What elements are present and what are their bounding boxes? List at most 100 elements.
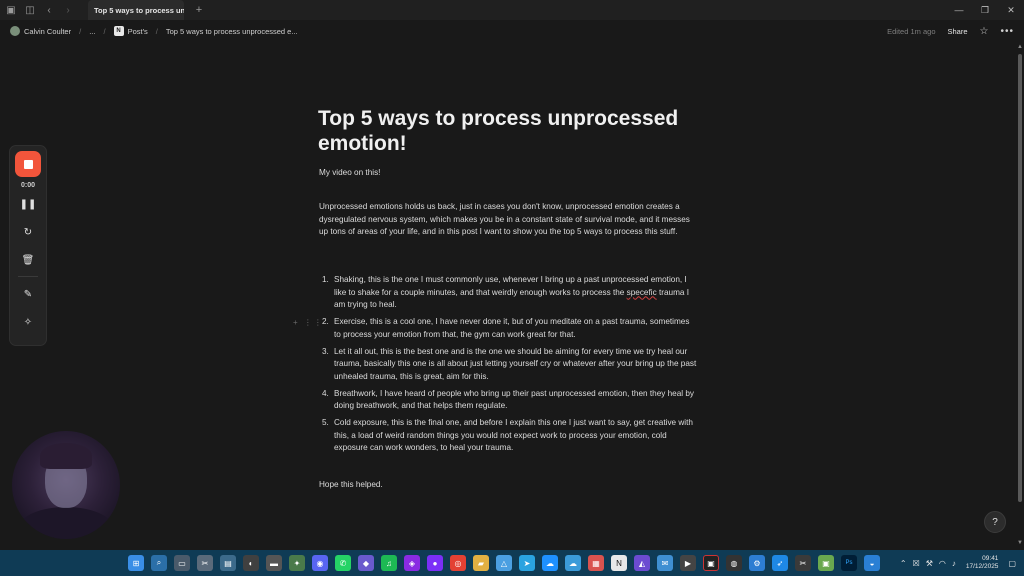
page-icon: N [113, 26, 124, 36]
edge-browser-icon[interactable]: ◒ [864, 555, 880, 571]
list-item-text: Shaking, this is the one I must commonly… [334, 274, 697, 312]
chat-app-icon[interactable]: ✦ [289, 555, 305, 571]
help-icon[interactable]: ? [984, 511, 1006, 533]
trash-icon[interactable]: 🗑 [19, 251, 37, 269]
tray-overflow-icon[interactable]: ⌃ [900, 559, 907, 568]
list-item-text: Let it all out, this is the best one and… [334, 346, 697, 381]
list-item[interactable]: 1. Shaking, this is the one I must commo… [319, 274, 697, 312]
list-number: 4. [322, 388, 329, 398]
video-app-icon[interactable]: ▣ [703, 555, 719, 571]
purple-app-icon[interactable]: ● [427, 555, 443, 571]
discord-icon[interactable]: ◉ [312, 555, 328, 571]
restart-icon[interactable]: ↻ [19, 223, 37, 241]
settings-gear-icon[interactable]: ⚙ [749, 555, 765, 571]
green-app-icon[interactable]: ▣ [818, 555, 834, 571]
recorder-divider [18, 276, 38, 277]
scroll-up-icon[interactable]: ▲ [1016, 44, 1024, 50]
page-title[interactable]: Top 5 ways to process unprocessed emotio… [318, 106, 698, 156]
new-tab-icon[interactable]: + [192, 4, 206, 16]
photoshop-icon[interactable]: Ps [841, 555, 857, 571]
block-handle-icon[interactable]: + ⋮⋮ [293, 317, 324, 330]
tab-active[interactable]: Top 5 ways to process unp... ✕ [88, 0, 184, 20]
breadcrumb-parent[interactable]: Post's [128, 27, 148, 36]
intro-paragraph[interactable]: Unprocessed emotions holds us back, just… [319, 201, 697, 239]
whatsapp-icon[interactable]: ✆ [335, 555, 351, 571]
notifications-icon[interactable]: ▢ [1008, 559, 1016, 568]
chrome-icon[interactable]: ◎ [450, 555, 466, 571]
close-window-icon[interactable]: ✕ [998, 0, 1024, 20]
recording-timer: 0:00 [20, 182, 35, 189]
cloud-sync-icon[interactable]: ☁ [565, 555, 581, 571]
video-line[interactable]: My video on this! [319, 167, 380, 180]
outro-paragraph[interactable]: Hope this helped. [319, 479, 383, 492]
wifi-icon[interactable]: ◠ [939, 559, 946, 568]
taskbar-clock[interactable]: 09:41 17/12/2025 [966, 555, 999, 571]
search-icon[interactable]: ⌕ [151, 555, 167, 571]
breadcrumb-ellipsis[interactable]: ... [89, 27, 95, 36]
back-arrow-icon[interactable]: ‹ [41, 2, 57, 18]
effects-icon[interactable]: ✧ [19, 313, 37, 331]
edited-status: Edited 1m ago [887, 26, 936, 36]
task-view-icon[interactable]: ▭ [174, 555, 190, 571]
restore-icon[interactable]: ❐ [972, 0, 998, 20]
editor-app-icon[interactable]: ◭ [634, 555, 650, 571]
mail-app-icon[interactable]: ✉ [657, 555, 673, 571]
stop-icon [23, 159, 33, 169]
list-item[interactable]: 4. Breathwork, I have heard of people wh… [319, 388, 697, 413]
list-item[interactable]: 5. Cold exposure, this is the final one,… [319, 417, 697, 455]
list-number: 1. [322, 275, 329, 284]
snipping-tool-icon[interactable]: ✂ [197, 555, 213, 571]
tray-tools-icon[interactable]: ⚒ [926, 559, 933, 568]
system-tray: ⌃ ☒ ⚒ ◠ ♪ 09:41 17/12/2025 ▢ [900, 550, 1024, 576]
camera-app-icon[interactable]: ▶ [680, 555, 696, 571]
terminal-icon[interactable]: ▬ [266, 555, 282, 571]
telegram-icon[interactable]: ➤ [519, 555, 535, 571]
page-toolbar: Calvin Coulter / ... / N Post's / Top 5 … [0, 20, 1024, 42]
editing-app-icon[interactable]: ✂ [795, 555, 811, 571]
start-windows-icon[interactable]: ⊞ [128, 555, 144, 571]
stop-recording-button[interactable] [15, 151, 41, 177]
webcam-person-body [20, 507, 112, 539]
notion-icon[interactable]: N [611, 555, 627, 571]
page-content: Top 5 ways to process unprocessed emotio… [318, 106, 698, 156]
webcam-bubble[interactable] [12, 431, 120, 539]
share-button[interactable]: Share [948, 27, 968, 36]
breadcrumb-page[interactable]: Top 5 ways to process unprocessed e... [166, 27, 298, 36]
scroll-down-icon[interactable]: ▼ [1016, 540, 1024, 546]
breadcrumb-workspace[interactable]: Calvin Coulter [24, 27, 71, 36]
taskbar-apps: ⊞ ⌕ ▭ ✂ ▤ ◐ ▬ ✦ ◉ ✆ ◆ ♫ ◈ ● ◎ ▰ △ ➤ ☁ ☁ … [128, 550, 880, 576]
list-item-text: Exercise, this is a cool one, I have nev… [334, 317, 690, 339]
cloud-app-icon[interactable]: ☁ [542, 555, 558, 571]
browser-app-icon[interactable]: ◐ [243, 555, 259, 571]
favorite-star-icon[interactable]: ☆ [980, 26, 989, 37]
send-app-icon[interactable]: ➶ [772, 555, 788, 571]
obs-icon[interactable]: ◍ [726, 555, 742, 571]
minimize-icon[interactable]: — [946, 0, 972, 20]
scroll-thumb[interactable] [1018, 54, 1022, 502]
app-menu-icon[interactable]: ▣ [3, 2, 19, 18]
misspelled-word[interactable]: specefic [627, 288, 657, 297]
more-options-icon[interactable]: ••• [1000, 26, 1014, 37]
list-number: 5. [322, 418, 329, 427]
file-window-icon[interactable]: ▤ [220, 555, 236, 571]
office-app-icon[interactable]: ▦ [588, 555, 604, 571]
breadcrumb: Calvin Coulter / ... / N Post's / Top 5 … [10, 26, 298, 36]
list-item[interactable]: + ⋮⋮ 2. Exercise, this is a cool one, I … [293, 316, 697, 341]
webcam-person-hair [40, 443, 92, 469]
volume-icon[interactable]: ♪ [952, 559, 956, 568]
forward-arrow-icon[interactable]: › [60, 2, 76, 18]
drive-icon[interactable]: △ [496, 555, 512, 571]
media-app-icon[interactable]: ◈ [404, 555, 420, 571]
pause-icon[interactable]: ❚❚ [19, 195, 37, 213]
list-number: 3. [322, 346, 329, 356]
app-icon[interactable]: ◆ [358, 555, 374, 571]
list-item-text: Cold exposure, this is the final one, an… [334, 418, 693, 452]
draw-pen-icon[interactable]: ✎ [19, 285, 37, 303]
tray-app-icon[interactable]: ☒ [913, 559, 920, 568]
taskbar: ⊞ ⌕ ▭ ✂ ▤ ◐ ▬ ✦ ◉ ✆ ◆ ♫ ◈ ● ◎ ▰ △ ➤ ☁ ☁ … [0, 550, 1024, 576]
file-explorer-icon[interactable]: ▰ [473, 555, 489, 571]
spotify-icon[interactable]: ♫ [381, 555, 397, 571]
page-scrollbar[interactable]: ▲ ▼ [1016, 42, 1024, 550]
list-item[interactable]: 3. Let it all out, this is the best one … [319, 346, 697, 384]
sidebar-toggle-icon[interactable]: ◫ [22, 2, 38, 18]
